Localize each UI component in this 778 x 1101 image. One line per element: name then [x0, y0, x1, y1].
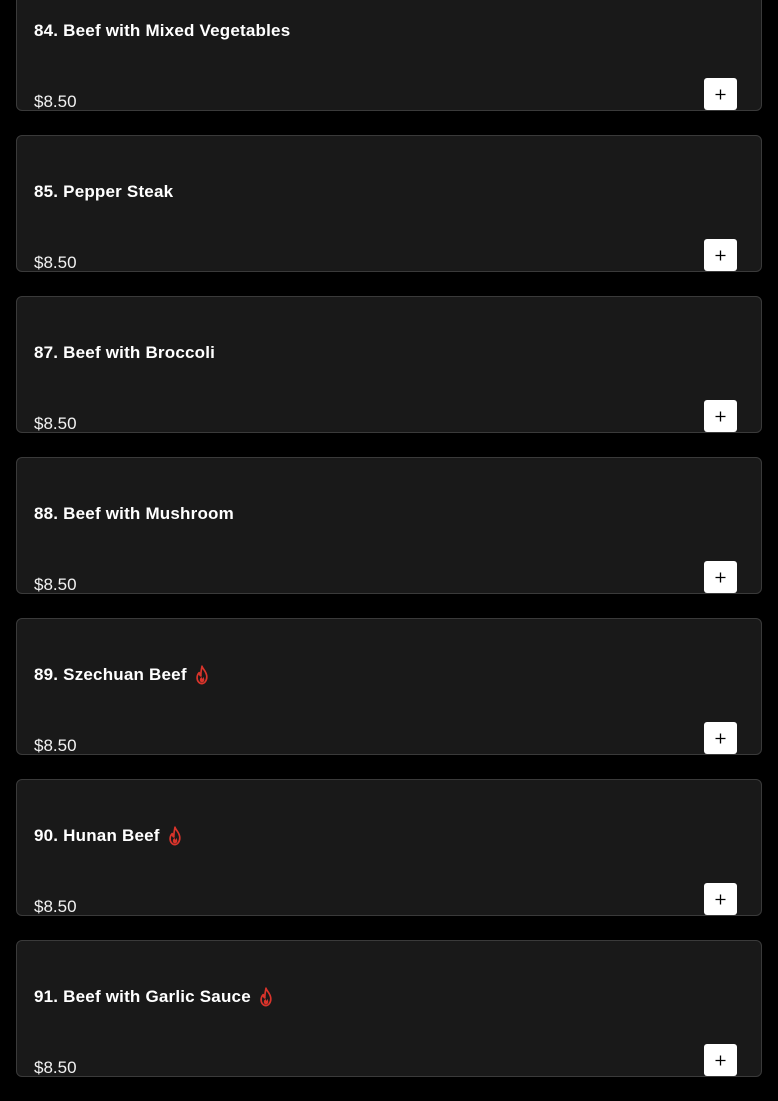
menu-item-list: 84. Beef with Mixed Vegetables $8.50 85.…	[16, 0, 762, 1101]
menu-item-card[interactable]: 89. Szechuan Beef $8.50	[16, 618, 762, 755]
menu-item-name: 90. Hunan Beef	[34, 826, 160, 845]
menu-item-name-row: 85. Pepper Steak	[34, 182, 173, 202]
plus-icon	[715, 250, 726, 260]
flame-icon	[166, 826, 184, 846]
menu-item-price: $8.50	[34, 736, 77, 755]
menu-item-price: $8.50	[34, 575, 77, 594]
flame-icon	[257, 987, 275, 1007]
plus-icon	[715, 1055, 726, 1065]
add-to-cart-button[interactable]	[704, 561, 737, 593]
menu-item-card[interactable]: 87. Beef with Broccoli $8.50	[16, 296, 762, 433]
add-to-cart-button[interactable]	[704, 400, 737, 432]
menu-item-name: 88. Beef with Mushroom	[34, 504, 234, 523]
add-to-cart-button[interactable]	[704, 239, 737, 271]
add-to-cart-button[interactable]	[704, 78, 737, 110]
menu-item-name-row: 90. Hunan Beef	[34, 826, 184, 846]
menu-item-card[interactable]: 90. Hunan Beef $8.50	[16, 779, 762, 916]
menu-item-name: 87. Beef with Broccoli	[34, 343, 216, 362]
menu-item-card[interactable]: 88. Beef with Mushroom $8.50	[16, 457, 762, 594]
menu-item-card[interactable]: 84. Beef with Mixed Vegetables $8.50	[16, 0, 762, 111]
menu-item-name-row: 84. Beef with Mixed Vegetables	[34, 21, 290, 41]
menu-item-name: 91. Beef with Garlic Sauce	[34, 987, 251, 1006]
flame-icon	[193, 665, 211, 685]
add-to-cart-button[interactable]	[704, 883, 737, 915]
menu-item-name-row: 89. Szechuan Beef	[34, 665, 211, 685]
add-to-cart-button[interactable]	[704, 1044, 737, 1076]
menu-item-name-row: 88. Beef with Mushroom	[34, 504, 234, 524]
menu-item-price: $8.50	[34, 1058, 77, 1077]
plus-icon	[715, 733, 726, 743]
plus-icon	[715, 89, 726, 99]
menu-item-name: 85. Pepper Steak	[34, 182, 174, 201]
menu-item-name: 89. Szechuan Beef	[34, 665, 187, 684]
plus-icon	[715, 411, 726, 421]
menu-item-card[interactable]: 91. Beef with Garlic Sauce $8.50	[16, 940, 762, 1077]
menu-item-name-row: 91. Beef with Garlic Sauce	[34, 987, 275, 1007]
plus-icon	[715, 894, 726, 904]
menu-item-name-row: 87. Beef with Broccoli	[34, 343, 215, 363]
menu-item-price: $8.50	[34, 253, 77, 272]
menu-item-price: $8.50	[34, 897, 77, 916]
menu-item-name: 84. Beef with Mixed Vegetables	[34, 21, 291, 40]
plus-icon	[715, 572, 726, 582]
menu-item-price: $8.50	[34, 92, 77, 111]
menu-item-price: $8.50	[34, 414, 77, 433]
menu-item-card[interactable]: 85. Pepper Steak $8.50	[16, 135, 762, 272]
add-to-cart-button[interactable]	[704, 722, 737, 754]
